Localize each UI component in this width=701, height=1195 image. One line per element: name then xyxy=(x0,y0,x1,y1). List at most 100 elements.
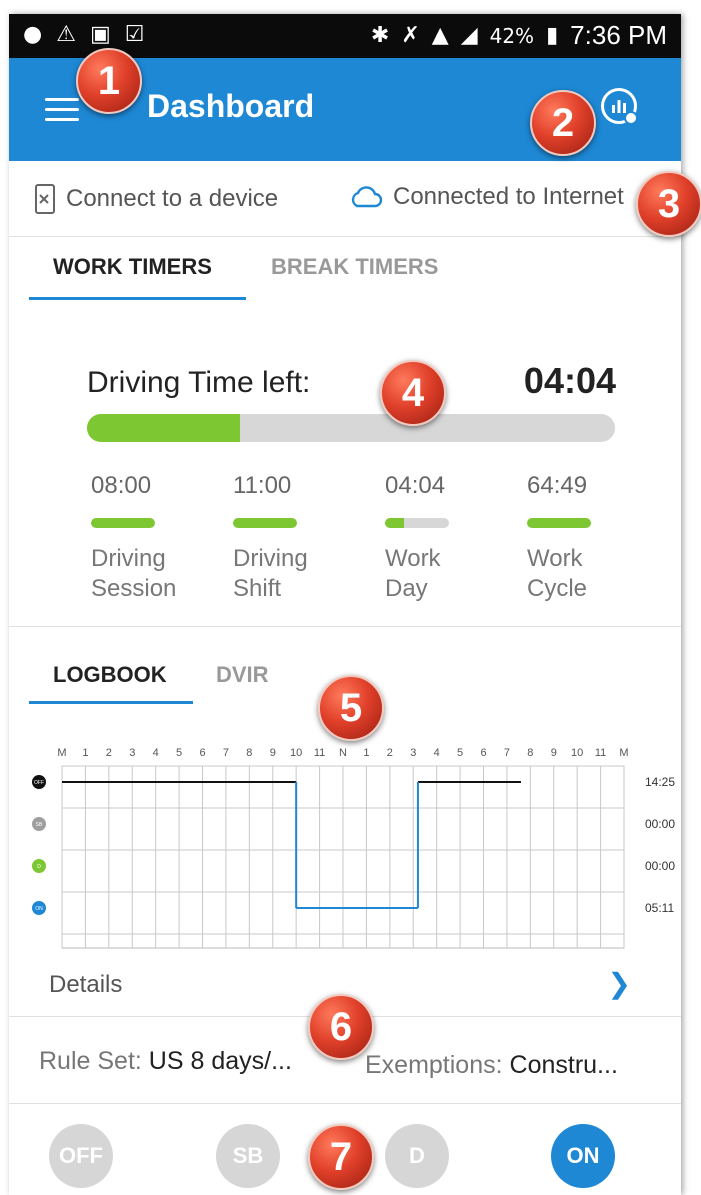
tick-label: 8 xyxy=(246,747,252,759)
tick-label: 2 xyxy=(106,747,112,759)
status-off-button[interactable]: OFF xyxy=(49,1124,113,1188)
stats-icon[interactable] xyxy=(601,88,638,125)
rule-set-value: US 8 days/... xyxy=(148,1047,292,1075)
tick-label: 7 xyxy=(223,747,229,759)
timer-progress-bar xyxy=(385,518,449,528)
tab-work-timers[interactable]: WORK TIMERS xyxy=(53,254,212,280)
timer-label: Driving Shift xyxy=(233,545,308,602)
callout-badge: 7 xyxy=(308,1124,374,1190)
driving-time-value: 04:04 xyxy=(523,360,616,401)
exemptions-value: Constru... xyxy=(509,1051,618,1079)
tick-label: N xyxy=(339,747,347,759)
row-total: 00:00 xyxy=(645,859,675,873)
tick-label: 11 xyxy=(595,747,606,759)
image-icon: ▣ xyxy=(89,22,111,47)
row-total: 14:25 xyxy=(645,775,675,789)
status-marker-label: ON xyxy=(35,906,43,912)
tick-label: M xyxy=(57,747,66,759)
timer-label: Driving Session xyxy=(91,545,177,602)
tick-label: 1 xyxy=(363,747,369,759)
mute-icon: ✗ xyxy=(401,23,420,48)
tick-label: 6 xyxy=(199,747,205,759)
tick-label: 3 xyxy=(129,747,135,759)
status-sb-button[interactable]: SB xyxy=(216,1124,280,1188)
clock-time: 7:36 PM xyxy=(570,20,667,50)
timer-tabs: WORK TIMERS BREAK TIMERS xyxy=(9,254,681,314)
tab-logbook[interactable]: LOGBOOK xyxy=(53,662,167,688)
row-total: 05:11 xyxy=(645,901,674,915)
details-label: Details xyxy=(49,971,123,998)
tick-label: 8 xyxy=(527,747,533,759)
tick-label: 5 xyxy=(176,747,182,759)
timer-progress-bar xyxy=(91,518,155,528)
warning-icon: ⚠ xyxy=(56,22,76,47)
tick-label: 5 xyxy=(457,747,463,759)
timer-work-cycle: 64:49 Work Cycle xyxy=(527,472,637,604)
connect-device-button[interactable]: Connect to a device xyxy=(34,183,278,215)
tick-label: 9 xyxy=(270,747,276,759)
callout-badge: 4 xyxy=(380,360,446,426)
tab-underline xyxy=(29,297,246,300)
logbook-chart[interactable]: M 1 2 3 4 5 6 7 8 9 10 11 N 1 2 3 4 5 6 7 8 9 10 11 M OFF 14:25 SB 0… xyxy=(19,744,679,959)
tick-label: 4 xyxy=(434,747,440,759)
tick-label: 2 xyxy=(387,747,393,759)
tick-label: 3 xyxy=(410,747,416,759)
connect-device-label: Connect to a device xyxy=(66,185,279,212)
internet-status: Connected to Internet xyxy=(349,183,624,211)
timer-driving-session: 08:00 Driving Session xyxy=(91,472,201,604)
rule-set[interactable]: Rule Set: US 8 days/... xyxy=(39,1047,292,1076)
connection-row: Connect to a device Connected to Interne… xyxy=(9,161,681,237)
status-on-button[interactable]: ON xyxy=(551,1124,615,1188)
internet-status-label: Connected to Internet xyxy=(393,183,624,210)
tick-label: 6 xyxy=(480,747,486,759)
tick-label: 10 xyxy=(290,747,302,759)
rule-set-label: Rule Set: xyxy=(39,1047,142,1075)
tick-label: 11 xyxy=(314,747,325,759)
exemptions-label: Exemptions: xyxy=(365,1051,503,1079)
tick-label: 7 xyxy=(504,747,510,759)
exemptions[interactable]: Exemptions: Constru... xyxy=(365,1051,618,1080)
logbook-graph: M 1 2 3 4 5 6 7 8 9 10 11 N 1 2 3 4 5 6 7 8 9 10 11 M OFF 14:25 SB 0… xyxy=(32,747,675,949)
timer-label: Work Cycle xyxy=(527,545,588,602)
tick-label: M xyxy=(619,747,628,759)
timer-progress-bar xyxy=(527,518,591,528)
status-marker-label: D xyxy=(37,864,41,870)
timer-driving-shift: 11:00 Driving Shift xyxy=(233,472,343,604)
signal-icon: ◢ xyxy=(460,23,478,48)
battery-percent: 42% xyxy=(489,23,535,48)
tick-label: 1 xyxy=(82,747,88,759)
status-marker-label: OFF xyxy=(34,780,44,786)
tick-label: 9 xyxy=(551,747,557,759)
hamburger-icon[interactable] xyxy=(45,98,79,124)
timer-value: 08:00 xyxy=(91,472,152,499)
work-timers-panel: Driving Time left: 04:04 08:00 Driving Se… xyxy=(9,314,681,627)
status-marker-label: SB xyxy=(36,822,43,828)
status-right-icons: ✱ ✗ ▲ ◢ 42% ▮ 7:36 PM xyxy=(371,20,667,51)
callout-badge: 6 xyxy=(308,994,374,1060)
driving-progress-bar xyxy=(87,414,615,442)
callout-badge: 5 xyxy=(318,675,384,741)
cloud-icon xyxy=(351,186,383,208)
tick-label: 4 xyxy=(153,747,159,759)
timer-progress-bar xyxy=(233,518,297,528)
tick-label: 10 xyxy=(571,747,583,759)
tab-dvir[interactable]: DVIR xyxy=(216,662,269,688)
status-left-icons: ● ⚠ ▣ ☑ xyxy=(23,22,144,47)
driving-time-label: Driving Time left: xyxy=(87,366,311,399)
callout-badge: 2 xyxy=(530,90,596,156)
chevron-right-icon[interactable]: ❯ xyxy=(608,967,631,1000)
timer-value: 04:04 xyxy=(385,472,446,499)
callout-badge: 1 xyxy=(76,48,142,114)
phone-disconnected-icon xyxy=(35,184,55,214)
clipboard-icon: ☑ xyxy=(124,22,145,47)
tab-break-timers[interactable]: BREAK TIMERS xyxy=(271,254,438,280)
timer-value: 64:49 xyxy=(527,472,588,499)
row-total: 00:00 xyxy=(645,817,675,831)
callout-badge: 3 xyxy=(636,171,701,237)
timer-value: 11:00 xyxy=(233,472,292,499)
bluetooth-icon: ✱ xyxy=(370,23,390,48)
status-d-button[interactable]: D xyxy=(385,1124,449,1188)
timer-work-day: 04:04 Work Day xyxy=(385,472,495,604)
timer-label: Work Day xyxy=(385,545,441,602)
page-title: Dashboard xyxy=(147,88,315,124)
